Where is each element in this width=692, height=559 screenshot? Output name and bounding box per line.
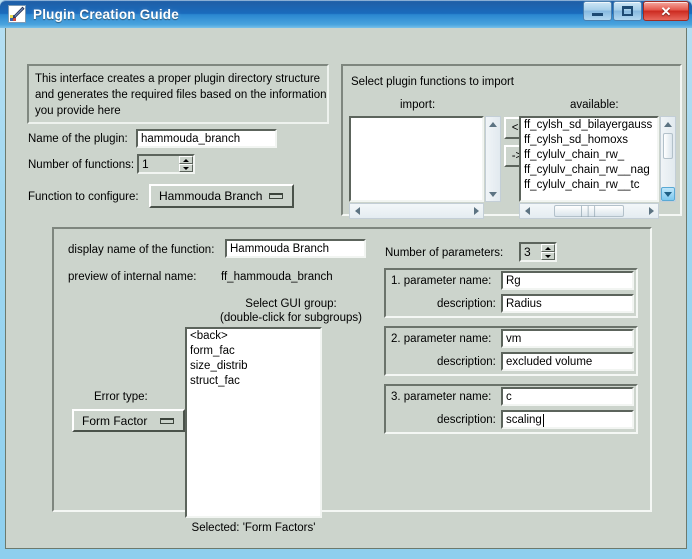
scroll-left-icon[interactable]	[350, 204, 364, 218]
number-of-functions-spin-buttons[interactable]	[179, 156, 193, 172]
import-panel-title: Select plugin functions to import	[351, 76, 515, 88]
number-of-functions-value: 1	[142, 157, 149, 171]
maximize-button[interactable]	[613, 1, 642, 21]
internal-name-label: preview of internal name:	[68, 271, 197, 283]
scroll-right-icon[interactable]	[644, 204, 658, 218]
selected-group-label: Selected: 'Form Factors'	[191, 522, 316, 534]
display-name-label: display name of the function:	[68, 244, 215, 256]
number-of-parameters-stepper[interactable]: 3	[519, 242, 557, 262]
scroll-up-icon[interactable]	[661, 117, 675, 131]
parameter-1-name-input[interactable]: Rg	[501, 271, 634, 290]
scroll-down-icon[interactable]	[661, 187, 675, 201]
list-item[interactable]: ff_cylulv_chain_rw__tc	[521, 178, 657, 193]
import-list-horizontal-scrollbar[interactable]	[349, 203, 484, 219]
list-item[interactable]: ff_cylulv_chain_rw_	[521, 148, 657, 163]
intro-line-1: This interface creates a proper plugin d…	[35, 73, 321, 85]
import-listbox[interactable]	[349, 116, 484, 202]
number-of-parameters-spin-buttons[interactable]	[541, 244, 555, 260]
scrollbar-thumb[interactable]: │││	[554, 205, 624, 217]
title-bar: Plugin Creation Guide ✕	[0, 0, 692, 28]
scroll-left-icon[interactable]	[520, 204, 534, 218]
error-type-value: Form Factor	[82, 413, 148, 428]
parameter-2-name-input[interactable]: vm	[501, 329, 634, 348]
parameter-1-group: 1. parameter name: Rg description: Radiu…	[384, 268, 638, 318]
list-item[interactable]: ff_cylsh_sd_homoxs	[521, 133, 657, 148]
scroll-up-icon[interactable]	[486, 117, 500, 131]
parameter-1-description-input[interactable]: Radius	[501, 294, 634, 313]
spin-down-button[interactable]	[541, 252, 555, 260]
parameter-2-name-label: 2. parameter name:	[391, 333, 492, 345]
list-item[interactable]: ff_cylsh_sd_bilayergauss	[521, 118, 657, 133]
plugin-name-input[interactable]: hammouda_branch	[136, 129, 277, 148]
spin-up-button[interactable]	[541, 244, 555, 252]
number-of-functions-label: Number of functions:	[28, 159, 135, 171]
available-list-horizontal-scrollbar[interactable]: │││	[519, 203, 659, 219]
gui-group-label: Select GUI group:	[245, 298, 337, 310]
window-controls: ✕	[583, 1, 689, 21]
import-functions-panel: Select plugin functions to import import…	[341, 64, 682, 219]
available-list-label: available:	[570, 99, 619, 111]
window-title: Plugin Creation Guide	[33, 6, 179, 22]
close-button[interactable]: ✕	[643, 1, 689, 21]
number-of-functions-stepper[interactable]: 1	[137, 154, 195, 174]
scrollbar-thumb[interactable]	[663, 133, 673, 159]
chevron-down-icon	[269, 193, 283, 199]
parameter-3-name-input[interactable]: c	[501, 387, 634, 406]
parameter-2-group: 2. parameter name: vm description: exclu…	[384, 326, 638, 376]
parameter-3-description-label: description:	[437, 414, 496, 426]
list-item[interactable]: form_fac	[187, 344, 320, 359]
parameter-3-name-label: 3. parameter name:	[391, 391, 492, 403]
available-listbox[interactable]: ff_cylsh_sd_bilayergauss ff_cylsh_sd_hom…	[519, 116, 659, 202]
intro-line-3: you provide here	[35, 105, 121, 117]
import-list-vertical-scrollbar[interactable]	[485, 116, 501, 202]
function-configuration-panel: display name of the function: Hammouda B…	[52, 227, 652, 534]
chevron-down-icon	[160, 417, 174, 424]
intro-textbox: This interface creates a proper plugin d…	[27, 64, 329, 124]
parameter-3-description-input[interactable]: scaling	[501, 410, 634, 429]
available-list-vertical-scrollbar[interactable]	[660, 116, 676, 202]
minimize-button[interactable]	[583, 1, 612, 21]
number-of-parameters-label: Number of parameters:	[385, 247, 504, 259]
error-type-label: Error type:	[94, 391, 148, 403]
text-cursor	[542, 413, 544, 427]
function-to-configure-value: Hammouda Branch	[159, 189, 263, 203]
function-to-configure-dropdown[interactable]: Hammouda Branch	[149, 184, 294, 208]
application-window: Plugin Creation Guide ✕ This interface c…	[0, 0, 692, 559]
error-type-dropdown[interactable]: Form Factor	[72, 409, 185, 432]
parameter-2-description-input[interactable]: excluded volume	[501, 352, 634, 371]
number-of-parameters-value: 3	[524, 245, 531, 259]
list-item[interactable]: struct_fac	[187, 374, 320, 389]
gui-group-hint: (double-click for subgroups)	[220, 312, 362, 324]
display-name-input[interactable]: Hammouda Branch	[225, 239, 366, 258]
function-to-configure-label: Function to configure:	[28, 191, 139, 203]
scroll-right-icon[interactable]	[469, 204, 483, 218]
intro-line-2: and generates the required files based o…	[35, 89, 327, 101]
spin-up-button[interactable]	[179, 156, 193, 164]
gui-group-listbox[interactable]: <back> form_fac size_distrib struct_fac	[185, 327, 322, 518]
parameter-2-description-label: description:	[437, 356, 496, 368]
spin-down-button[interactable]	[179, 164, 193, 172]
pen-document-icon	[8, 5, 26, 23]
parameter-1-name-label: 1. parameter name:	[391, 275, 492, 287]
list-item[interactable]: ff_cylulv_chain_rw__nag	[521, 163, 657, 178]
parameter-3-description-value: scaling	[506, 414, 542, 426]
internal-name-value: ff_hammouda_branch	[221, 271, 333, 283]
client-area: This interface creates a proper plugin d…	[5, 28, 687, 549]
parameter-3-group: 3. parameter name: c description: scalin…	[384, 384, 638, 434]
list-item[interactable]: <back>	[187, 329, 320, 344]
import-list-label: import:	[400, 99, 436, 111]
parameter-1-description-label: description:	[437, 298, 496, 310]
list-item[interactable]: size_distrib	[187, 359, 320, 374]
plugin-name-label: Name of the plugin:	[28, 133, 128, 145]
scroll-down-icon[interactable]	[486, 187, 500, 201]
